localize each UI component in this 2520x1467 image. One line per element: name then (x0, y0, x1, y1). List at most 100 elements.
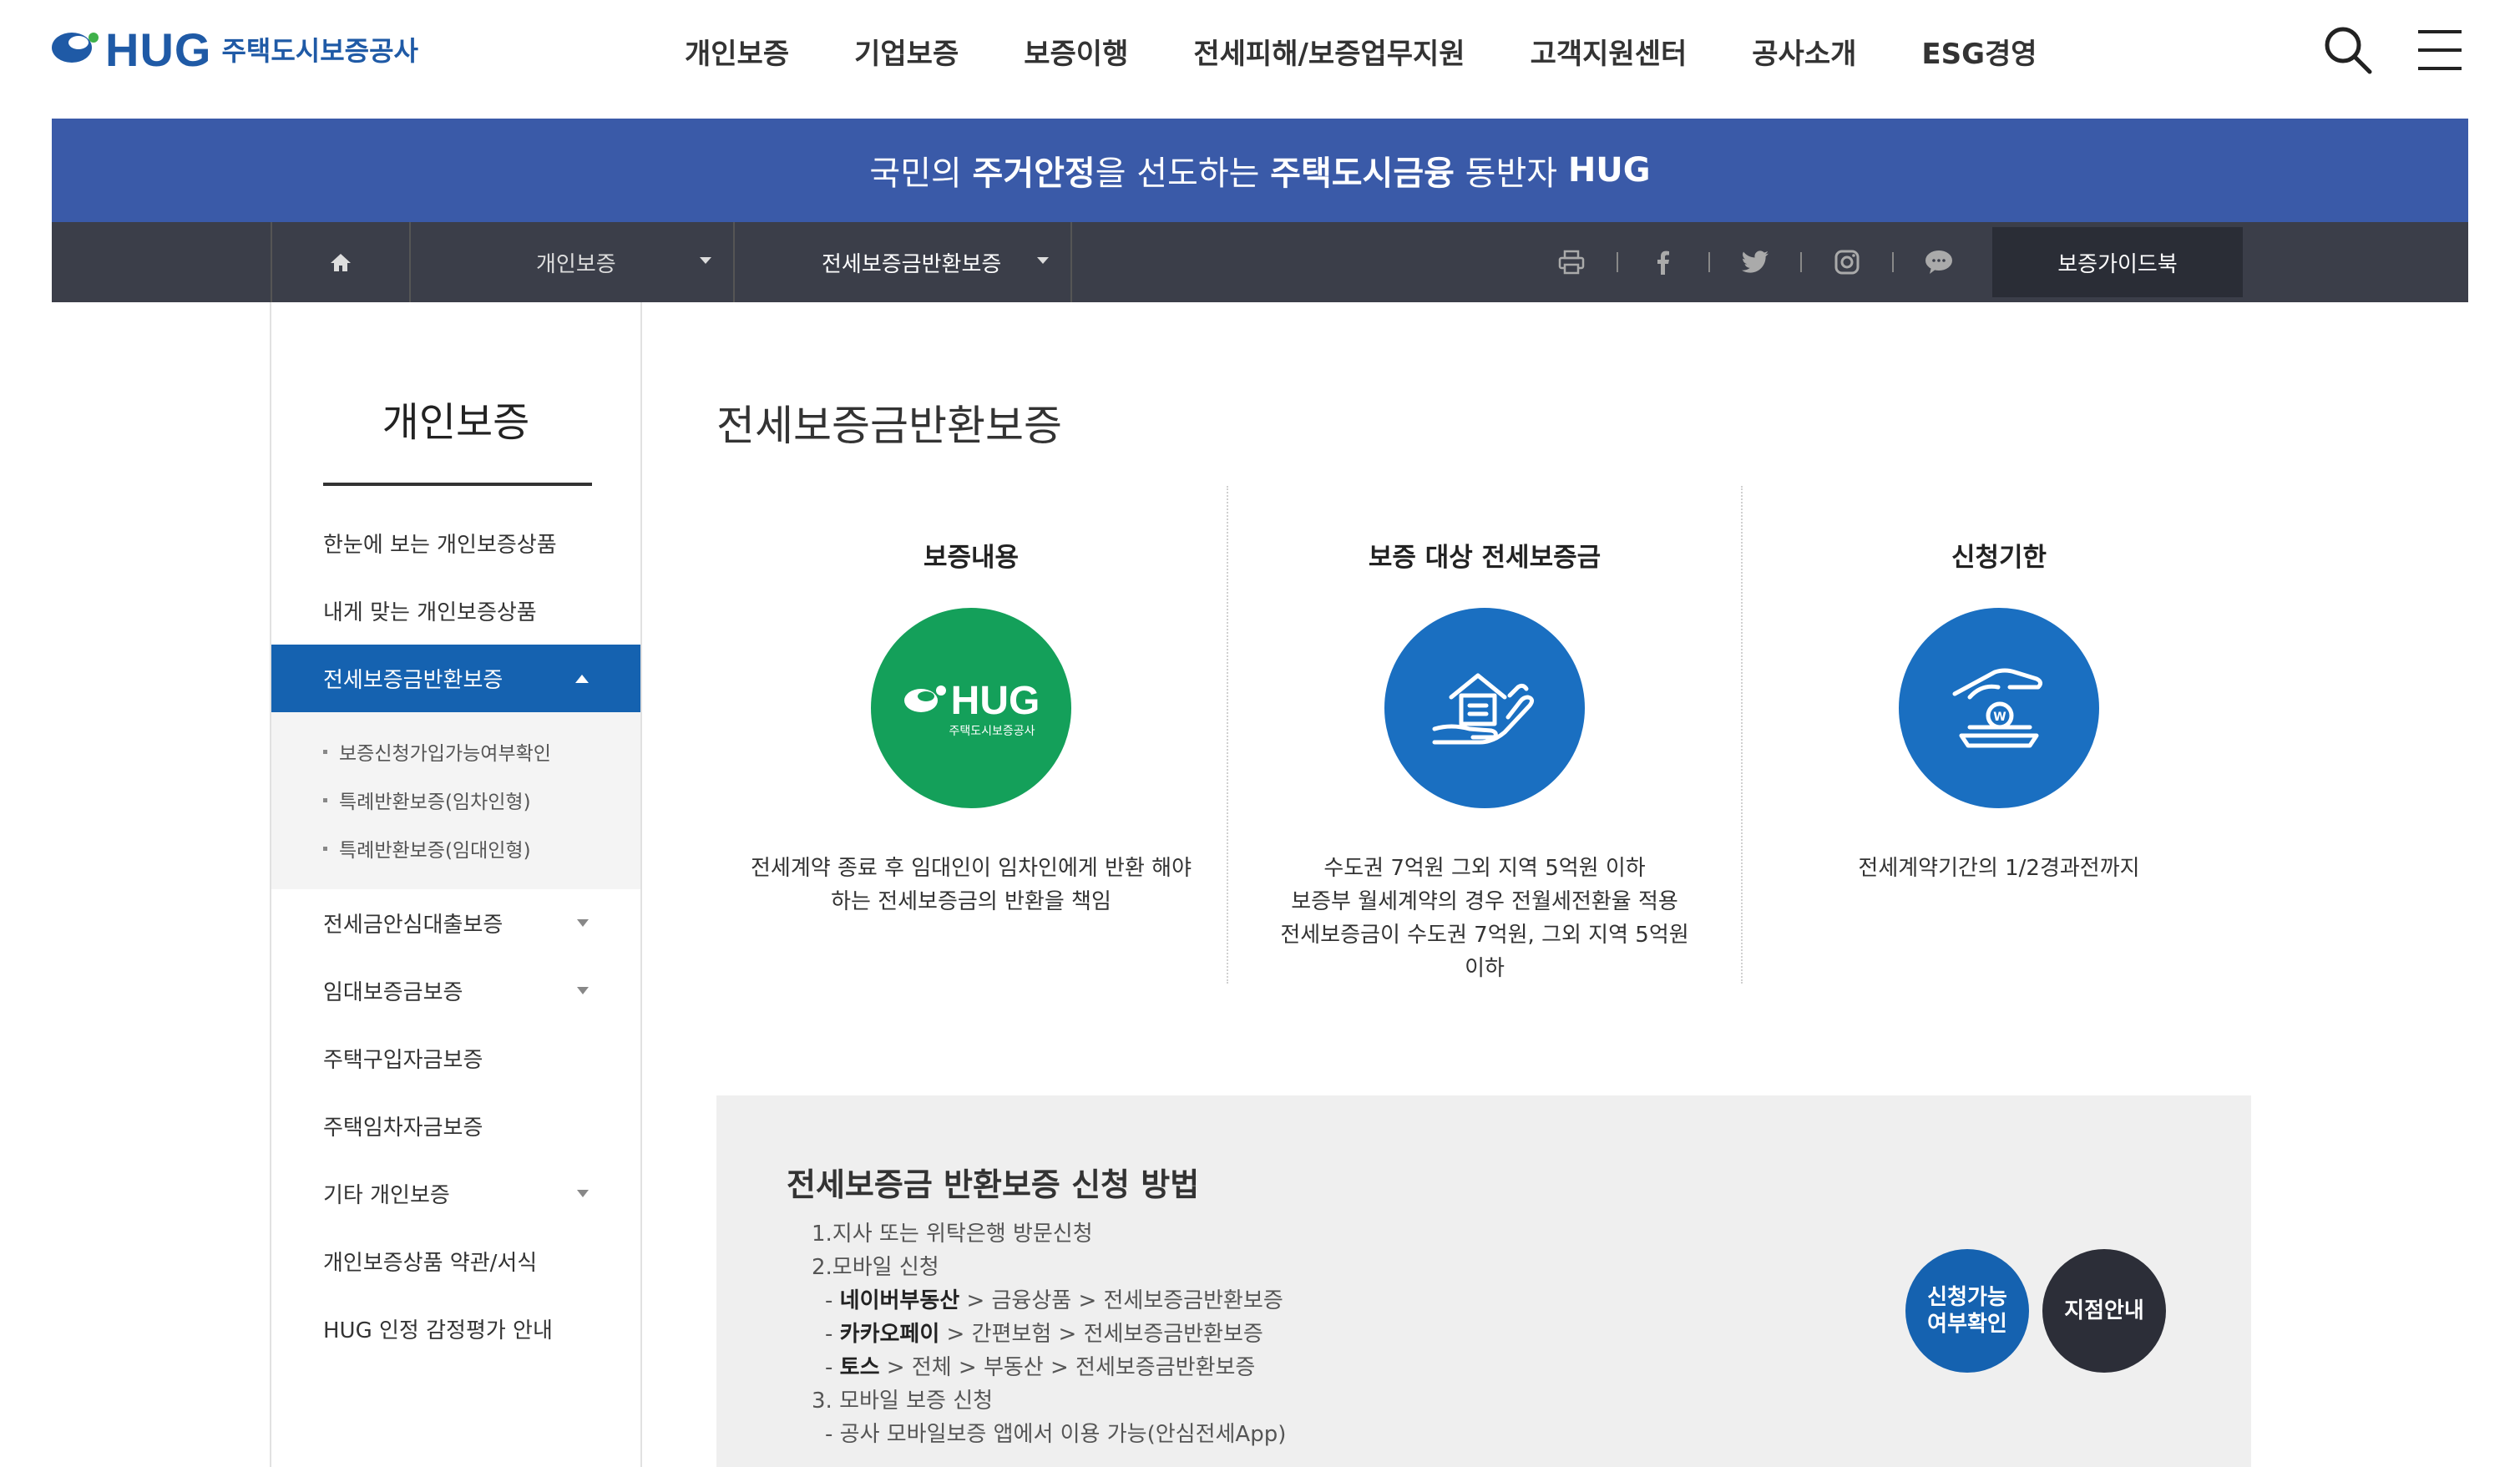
separator (1892, 252, 1894, 272)
side-item-label: 주택구입자금보증 (323, 1048, 483, 1073)
bullet-icon (323, 797, 327, 802)
page-title: 전세보증금반환보증 (716, 402, 1062, 450)
nav-jeonse-damage-support[interactable]: 전세피해/보증업무지원 (1193, 25, 1465, 83)
step-kakao: - 카카오페이 > 간편보험 > 전세보증금반환보증 (812, 1318, 1286, 1351)
chevron-down-icon (577, 919, 589, 927)
home-icon[interactable] (271, 222, 411, 302)
side-item-other[interactable]: 기타 개인보증 (271, 1160, 640, 1227)
house-hand-icon (1384, 608, 1585, 808)
instagram-icon[interactable] (1830, 245, 1864, 279)
side-item-recommended[interactable]: 내게 맞는 개인보증상품 (271, 577, 640, 645)
side-item-loan-guarantee[interactable]: 전세금안심대출보증 (271, 889, 640, 957)
side-item-label: 전세보증금반환보증 (323, 668, 503, 693)
desc-line: 전세보증금이 수도권 7억원, 그외 지역 5억원 (1280, 923, 1689, 948)
hug-logo-circle-icon: HUG 주택도시보증공사 (871, 608, 1071, 808)
step-app: - 공사 모바일보증 앱에서 이용 가능(안심전세App) (825, 1422, 1287, 1447)
side-sub-item-label: 특례반환보증(임대인형) (339, 840, 531, 862)
dash: - (825, 1355, 840, 1380)
naver-path: > 금융상품 > 전세보증금반환보증 (959, 1288, 1283, 1313)
side-item-rental-deposit[interactable]: 임대보증금보증 (271, 957, 640, 1024)
hug-logo[interactable]: HUG 주택도시보증공사 (50, 12, 418, 87)
nav-customer-center[interactable]: 고객지원센터 (1531, 25, 1688, 83)
side-item-rent-fund[interactable]: 주택임차자금보증 (271, 1092, 640, 1160)
kakao-talk-icon[interactable] (1922, 245, 1956, 279)
slogan-bold3: HUG (1567, 151, 1651, 190)
desc-line: 보증부 월세계약의 경우 전월세전환율 적용 (1291, 889, 1678, 914)
side-item-label: 기타 개인보증 (323, 1183, 450, 1208)
hamburger-menu-icon[interactable] (2413, 25, 2467, 75)
money-hand-icon: W (1899, 608, 2099, 808)
kakao-path: > 간편보험 > 전세보증금반환보증 (939, 1322, 1263, 1347)
branch-info-button[interactable]: 지점안내 (2042, 1249, 2166, 1373)
naver-label: 네이버부동산 (839, 1288, 960, 1313)
slogan-bold1: 주거안정 (972, 154, 1096, 193)
nav-guarantee-fulfillment[interactable]: 보증이행 (1024, 25, 1128, 83)
step-mobile-guarantee: 3. 모바일 보증 신청 (812, 1389, 994, 1414)
nav-about[interactable]: 공사소개 (1752, 25, 1856, 83)
print-icon[interactable] (1555, 245, 1588, 279)
eligibility-check-button[interactable]: 신청가능 여부확인 (1905, 1249, 2029, 1373)
chevron-up-icon (575, 675, 589, 683)
bullet-icon (323, 846, 327, 851)
button-label-line: 여부확인 (1927, 1312, 2007, 1337)
share-icons (1555, 222, 1956, 302)
toss-label: 토스 (839, 1355, 880, 1380)
circle-logo-subtitle: 주택도시보증공사 (949, 724, 1035, 738)
side-item-label: 한눈에 보는 개인보증상품 (323, 533, 557, 558)
facebook-icon[interactable] (1647, 245, 1680, 279)
main-nav: 개인보증 기업보증 보증이행 전세피해/보증업무지원 고객지원센터 공사소개 E… (685, 25, 2037, 83)
info-column-target-deposit: 보증 대상 전세보증금 수도권 7억원 그외 지역 5억원 이하 보증부 월세계… (1228, 486, 1741, 984)
side-nav-title: 개인보증 (382, 399, 530, 446)
side-sub-list: 보증신청가입가능여부확인 특례반환보증(임차인형) 특례반환보증(임대인형) (271, 712, 640, 889)
side-item-label: HUG 인정 감정평가 안내 (323, 1318, 553, 1343)
search-icon[interactable] (2321, 23, 2375, 77)
nav-esg[interactable]: ESG경영 (1921, 25, 2037, 83)
desc-line: 하는 전세보증금의 반환을 책임 (831, 889, 1111, 914)
desc-line: 전세계약기간의 1/2경과전까지 (1858, 856, 2140, 881)
breadcrumb-dropdown-depth2[interactable]: 전세보증금반환보증 (735, 222, 1072, 302)
breadcrumb-depth2-label: 전세보증금반환보증 (822, 251, 1002, 277)
bullet-icon (323, 749, 327, 754)
hug-logo-icon (52, 33, 99, 63)
side-item-terms-forms[interactable]: 개인보증상품 약관/서식 (271, 1227, 640, 1295)
chevron-down-icon (577, 987, 589, 994)
column-description: 전세계약기간의 1/2경과전까지 (1743, 852, 2255, 885)
side-item-label: 개인보증상품 약관/서식 (323, 1251, 538, 1276)
how-to-apply-title: 전세보증금 반환보증 신청 방법 (787, 1166, 1200, 1203)
breadcrumb-dropdown-depth1[interactable]: 개인보증 (411, 222, 735, 302)
how-to-apply-list: 1.지사 또는 위탁은행 방문신청 2.모바일 신청 - 네이버부동산 > 금융… (812, 1217, 1286, 1451)
slogan-part1: 국민의 (869, 154, 973, 193)
breadcrumb-depth1-label: 개인보증 (536, 251, 616, 277)
step-naver: - 네이버부동산 > 금융상품 > 전세보증금반환보증 (812, 1284, 1286, 1318)
circle-logo-text: HUG (950, 678, 1040, 723)
chevron-down-icon (700, 257, 711, 264)
toss-path: > 전체 > 부동산 > 전세보증금반환보증 (879, 1355, 1256, 1380)
nav-corporate-guarantee[interactable]: 기업보증 (854, 25, 959, 83)
side-sub-item-special-tenant[interactable]: 특례반환보증(임차인형) (271, 776, 640, 824)
desc-line: 이하 (1465, 956, 1505, 981)
kakao-label: 카카오페이 (839, 1322, 940, 1347)
side-item-jeonse-return-guarantee[interactable]: 전세보증금반환보증 (271, 645, 640, 712)
column-title: 보증내용 (923, 543, 1020, 573)
column-description: 수도권 7억원 그외 지역 5억원 이하 보증부 월세계약의 경우 전월세전환율… (1228, 852, 1741, 985)
side-sub-item-eligibility-check[interactable]: 보증신청가입가능여부확인 (271, 727, 640, 776)
desc-line: 수도권 7억원 그외 지역 5억원 이하 (1323, 856, 1646, 881)
button-label-line: 신청가능 (1927, 1285, 2007, 1310)
logo-subtitle: 주택도시보증공사 (221, 35, 418, 67)
nav-personal-guarantee[interactable]: 개인보증 (685, 25, 789, 83)
side-sub-item-special-landlord[interactable]: 특례반환보증(임대인형) (271, 824, 640, 873)
side-item-label: 전세금안심대출보증 (323, 913, 503, 938)
column-description: 전세계약 종료 후 임대인이 임차인에게 반환 해야 하는 전세보증금의 반환을… (715, 852, 1227, 918)
chevron-down-icon (577, 1190, 589, 1197)
guidebook-button[interactable]: 보증가이드북 (1992, 227, 2243, 297)
chevron-down-icon (1037, 257, 1049, 264)
column-title: 신청기한 (1951, 543, 2047, 573)
side-item-appraisal[interactable]: HUG 인정 감정평가 안내 (271, 1295, 640, 1363)
side-item-overview[interactable]: 한눈에 보는 개인보증상품 (271, 509, 640, 577)
side-item-purchase-fund[interactable]: 주택구입자금보증 (271, 1024, 640, 1092)
slogan-part2: 을 선도하는 (1095, 154, 1271, 193)
column-title: 보증 대상 전세보증금 (1368, 543, 1602, 573)
dash: - (825, 1288, 840, 1313)
separator (1708, 252, 1710, 272)
twitter-icon[interactable] (1738, 245, 1772, 279)
